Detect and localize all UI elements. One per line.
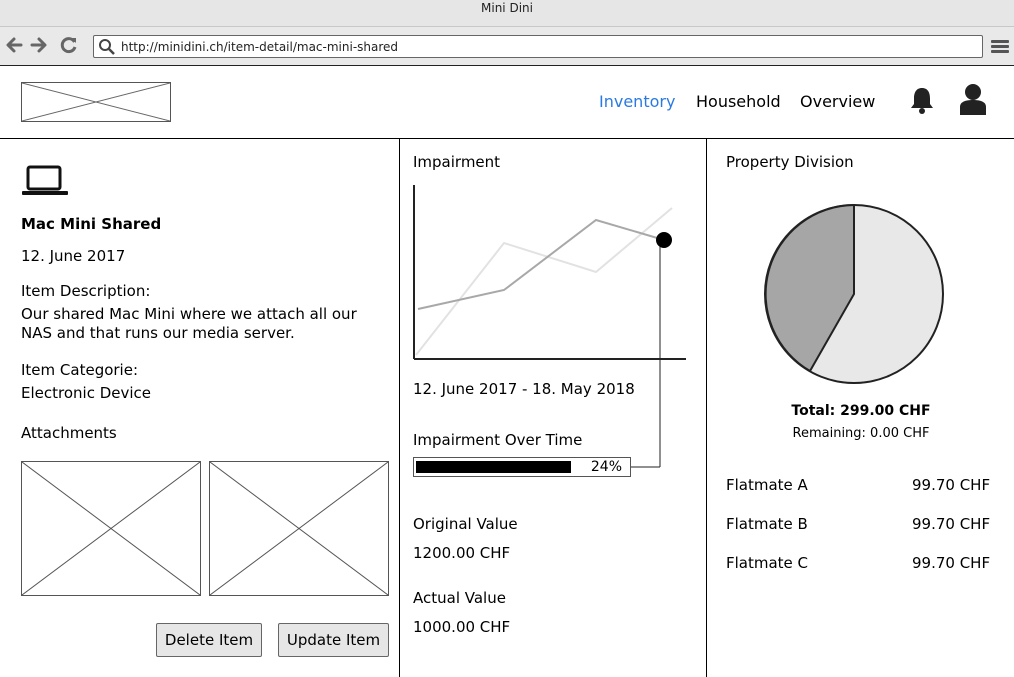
flatmate-amount: 99.70 CHF <box>912 476 991 494</box>
window-titlebar: Mini Dini <box>0 0 1014 27</box>
search-icon <box>99 39 115 55</box>
app-header: Inventory Household Overview <box>0 66 1014 139</box>
column-divider <box>706 139 707 677</box>
actual-value: 1000.00 CHF <box>413 618 511 636</box>
division-pie-chart <box>764 203 944 384</box>
category-label: Item Categorie: <box>21 361 139 379</box>
nav-overview[interactable]: Overview <box>800 92 875 112</box>
arrow-left-icon[interactable] <box>4 35 24 55</box>
flatmate-name: Flatmate A <box>726 476 808 494</box>
attachments-label: Attachments <box>21 424 117 442</box>
logo-placeholder[interactable] <box>21 82 171 122</box>
address-bar[interactable]: http://minidini.ch/item-detail/mac-mini-… <box>93 35 983 58</box>
impairment-title: Impairment <box>413 153 501 171</box>
update-item-button[interactable]: Update Item <box>278 623 389 657</box>
date-range: 12. June 2017 - 18. May 2018 <box>413 380 635 398</box>
division-remaining: Remaining: 0.00 CHF <box>792 426 930 441</box>
progress-percent: 24% <box>590 459 622 475</box>
progress-fill <box>416 461 571 473</box>
property-division-title: Property Division <box>726 153 854 171</box>
nav-household[interactable]: Household <box>696 92 781 112</box>
bell-icon[interactable] <box>909 86 935 114</box>
division-total: Total: 299.00 CHF <box>791 403 931 419</box>
impairment-progress-bar: 24% <box>413 457 631 477</box>
chart-marker <box>656 232 672 248</box>
item-date: 12. June 2017 <box>21 247 126 265</box>
laptop-icon <box>21 164 69 200</box>
attachment-thumbnail[interactable] <box>21 461 201 596</box>
column-divider <box>399 139 400 677</box>
nav-inventory[interactable]: Inventory <box>599 92 675 112</box>
flatmate-amount: 99.70 CHF <box>912 554 991 572</box>
actual-value-label: Actual Value <box>413 589 506 607</box>
item-name: Mac Mini Shared <box>21 215 162 233</box>
description-line: Our shared Mac Mini where we attach all … <box>21 305 357 323</box>
original-value-label: Original Value <box>413 515 518 533</box>
description-label: Item Description: <box>21 282 151 300</box>
attachment-thumbnail[interactable] <box>209 461 389 596</box>
flatmate-name: Flatmate B <box>726 515 808 533</box>
window-title: Mini Dini <box>481 1 533 15</box>
url-text: http://minidini.ch/item-detail/mac-mini-… <box>121 40 399 54</box>
description-line: NAS and that runs our media server. <box>21 324 295 342</box>
flatmate-amount: 99.70 CHF <box>912 515 991 533</box>
browser-toolbar: http://minidini.ch/item-detail/mac-mini-… <box>0 27 1014 66</box>
delete-item-button[interactable]: Delete Item <box>156 623 262 657</box>
flatmate-name: Flatmate C <box>726 554 809 572</box>
category-value: Electronic Device <box>21 384 152 402</box>
user-icon[interactable] <box>958 83 988 115</box>
menu-icon[interactable] <box>991 40 1009 54</box>
impairment-over-time-label: Impairment Over Time <box>413 431 583 449</box>
original-value: 1200.00 CHF <box>413 544 511 562</box>
arrow-right-icon[interactable] <box>29 35 49 55</box>
reload-icon[interactable] <box>59 35 79 55</box>
chart-series-dark <box>417 218 665 310</box>
